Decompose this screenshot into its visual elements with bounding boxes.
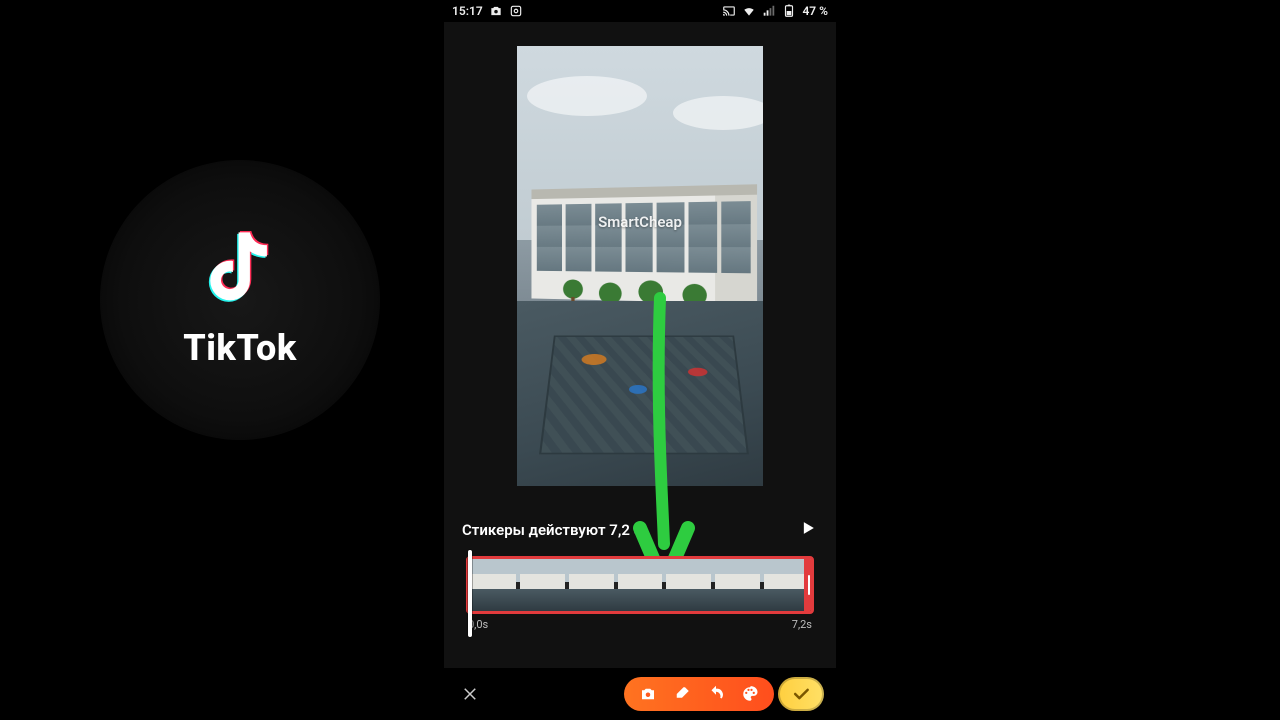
timeline-track[interactable] [466,556,814,614]
camera-icon [489,4,503,18]
wifi-icon [742,4,756,18]
tiktok-badge: TikTok [100,160,380,440]
timeline[interactable]: 0,0s 7,2s [462,556,818,631]
status-time: 15:17 [452,4,483,18]
time-end-label: 7,2s [792,618,812,631]
bottom-toolbar [444,668,836,720]
playhead[interactable] [468,550,472,637]
phone-frame: 15:17 47 % [444,0,836,720]
battery-pct: 47 % [802,4,828,18]
tiktok-label: TikTok [183,327,297,369]
battery-icon [782,4,796,18]
trim-handle-right[interactable] [804,556,814,614]
undo-icon[interactable] [706,684,726,704]
cast-icon [722,4,736,18]
edit-tools-pill [624,677,774,711]
cast-app-icon [509,4,523,18]
confirm-button[interactable] [778,677,824,711]
close-button[interactable] [456,680,484,708]
capture-icon[interactable] [638,684,658,704]
palette-icon[interactable] [740,684,760,704]
signal-icon [762,4,776,18]
eraser-icon[interactable] [672,684,692,704]
tiktok-note-icon [206,231,274,309]
preview-area: SmartCheap [444,22,836,510]
sticker-duration-label: Стикеры действуют 7,2 с [462,521,642,539]
play-button[interactable] [798,518,818,542]
status-bar: 15:17 47 % [444,0,836,22]
video-preview[interactable]: SmartCheap [517,46,763,486]
